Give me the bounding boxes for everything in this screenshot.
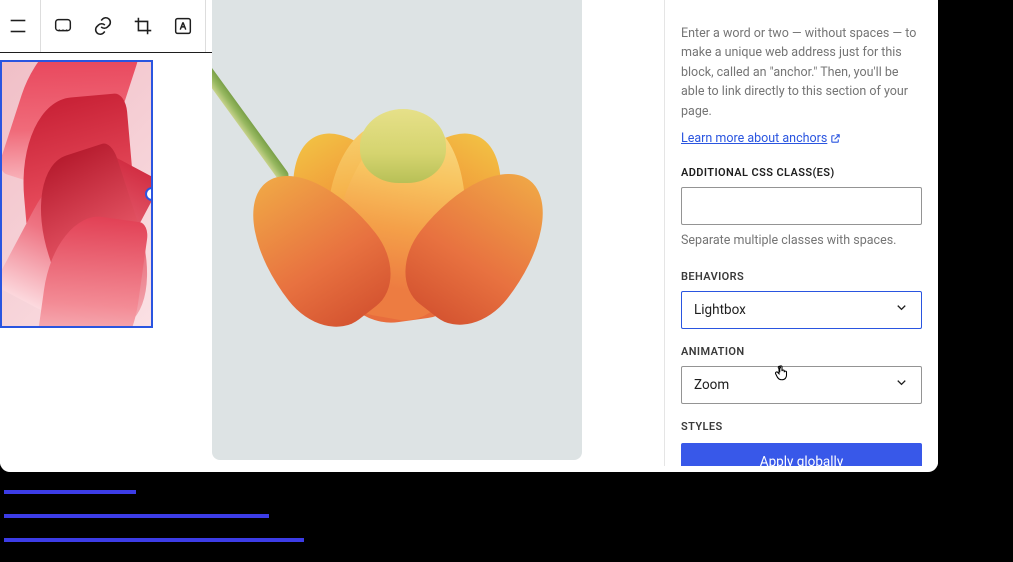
image-content [2, 62, 151, 326]
animation-label: ANIMATION [681, 345, 922, 358]
apply-label: Apply globally [760, 454, 843, 466]
chevron-down-icon [894, 375, 909, 394]
chevron-down-icon [894, 300, 909, 319]
skeleton-line [4, 490, 136, 494]
align-icon[interactable] [0, 0, 38, 52]
behaviors-select[interactable]: Lightbox [681, 291, 922, 329]
editor-canvas[interactable]: Replace [0, 0, 664, 466]
crop-icon[interactable] [123, 0, 163, 52]
link-icon[interactable] [83, 0, 123, 52]
anchor-learn-more-link[interactable]: Learn more about anchors [681, 131, 841, 146]
anchor-help-text: Enter a word or two — without spaces — t… [681, 24, 922, 121]
editor-viewport: Replace [0, 0, 938, 472]
toolbar-divider [205, 0, 206, 52]
behaviors-value: Lightbox [694, 302, 746, 318]
caption-icon[interactable] [43, 0, 83, 52]
settings-sidebar: Enter a word or two — without spaces — t… [665, 0, 938, 466]
toolbar-divider [40, 0, 41, 52]
text-overlay-icon[interactable] [163, 0, 203, 52]
skeleton-line [4, 514, 269, 518]
skeleton-line [4, 538, 304, 542]
behaviors-label: BEHAVIORS [681, 270, 922, 283]
apply-globally-button[interactable]: Apply globally [681, 443, 922, 466]
tulip-flower [262, 115, 532, 325]
animation-value: Zoom [694, 377, 729, 393]
styles-label: STYLES [681, 420, 922, 433]
anchor-link-label: Learn more about anchors [681, 131, 827, 146]
resize-handle-right[interactable] [145, 187, 153, 201]
selected-image-block[interactable] [0, 60, 153, 328]
css-classes-hint: Separate multiple classes with spaces. [681, 233, 922, 248]
animation-select[interactable]: Zoom [681, 366, 922, 404]
css-classes-input[interactable] [681, 187, 922, 225]
css-classes-label: ADDITIONAL CSS CLASS(ES) [681, 166, 922, 179]
external-link-icon [830, 133, 841, 144]
footer-skeleton [4, 490, 304, 562]
tulip-image-block[interactable] [212, 0, 582, 460]
